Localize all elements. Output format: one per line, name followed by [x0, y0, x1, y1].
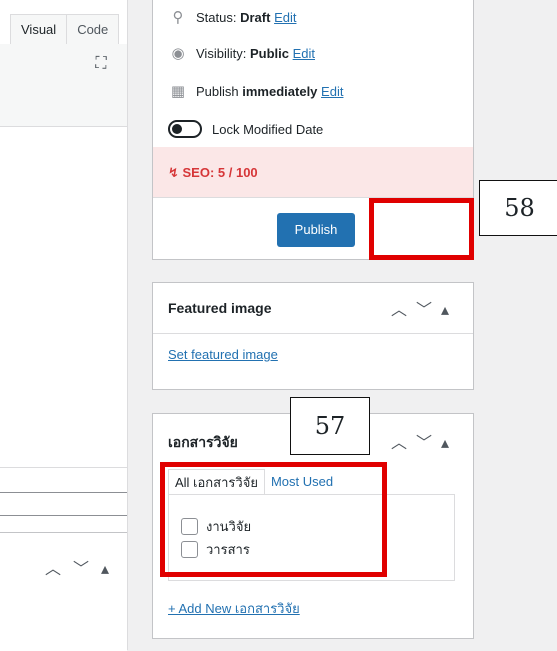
featured-image-panel: Featured image ︿﹀▴ Set featured image: [152, 282, 474, 390]
set-featured-image-link[interactable]: Set featured image: [168, 347, 278, 362]
taxonomy-highlight-box: [160, 462, 387, 577]
research-documents-controls[interactable]: ︿﹀▴: [391, 429, 458, 453]
tab-visual[interactable]: Visual: [11, 15, 68, 45]
publish-step-callout: 58: [479, 180, 557, 236]
editor-input-strip[interactable]: [0, 492, 127, 516]
visibility-label: Visibility:: [196, 45, 247, 61]
research-documents-title: เอกสารวิจัย: [168, 434, 238, 450]
visibility-value: Public: [249, 45, 289, 61]
seo-score-bar: ↯ SEO: 5 / 100: [153, 147, 473, 197]
featured-image-title: Featured image: [168, 300, 272, 316]
taxonomy-step-callout: 57: [290, 397, 370, 455]
editor-lower-panel: [0, 532, 127, 651]
lock-modified-toggle[interactable]: [168, 120, 202, 138]
status-label: Status:: [196, 9, 237, 25]
publish-button[interactable]: Publish: [277, 213, 355, 247]
eye-icon: ◉: [171, 45, 185, 62]
seo-score: ↯ SEO: 5 / 100: [168, 165, 258, 180]
publish-edit-link[interactable]: Edit: [321, 84, 343, 99]
featured-image-divider: [153, 333, 473, 334]
featured-image-controls[interactable]: ︿﹀▴: [391, 296, 458, 320]
publish-time-row: ▦ Publish immediately Edit: [168, 80, 344, 102]
editor-mode-tabs: Visual Code: [10, 14, 120, 45]
status-edit-link[interactable]: Edit: [274, 10, 296, 25]
status-row: ⚲ Status: Draft Edit: [168, 6, 297, 28]
lock-modified-row: Lock Modified Date: [168, 118, 323, 140]
add-new-research-document-link[interactable]: + Add New เอกสารวิจัย: [168, 598, 300, 619]
sidebar-gap: [128, 0, 152, 650]
tab-code[interactable]: Code: [67, 15, 118, 45]
editor-field-divider: [0, 467, 127, 468]
calendar-icon: ▦: [170, 83, 186, 100]
visibility-edit-link[interactable]: Edit: [293, 46, 315, 61]
publish-label: Publish: [196, 83, 239, 99]
editor-panel-controls[interactable]: ︿﹀▴: [45, 555, 121, 579]
visibility-row: ◉ Visibility: Public Edit: [168, 42, 315, 64]
pin-icon: ⚲: [172, 9, 184, 26]
publish-highlight-box: [369, 198, 474, 260]
publish-value: immediately: [242, 83, 318, 99]
status-value: Draft: [240, 9, 271, 25]
lock-modified-label: Lock Modified Date: [212, 121, 324, 137]
fullscreen-icon[interactable]: ⛶: [93, 56, 109, 72]
